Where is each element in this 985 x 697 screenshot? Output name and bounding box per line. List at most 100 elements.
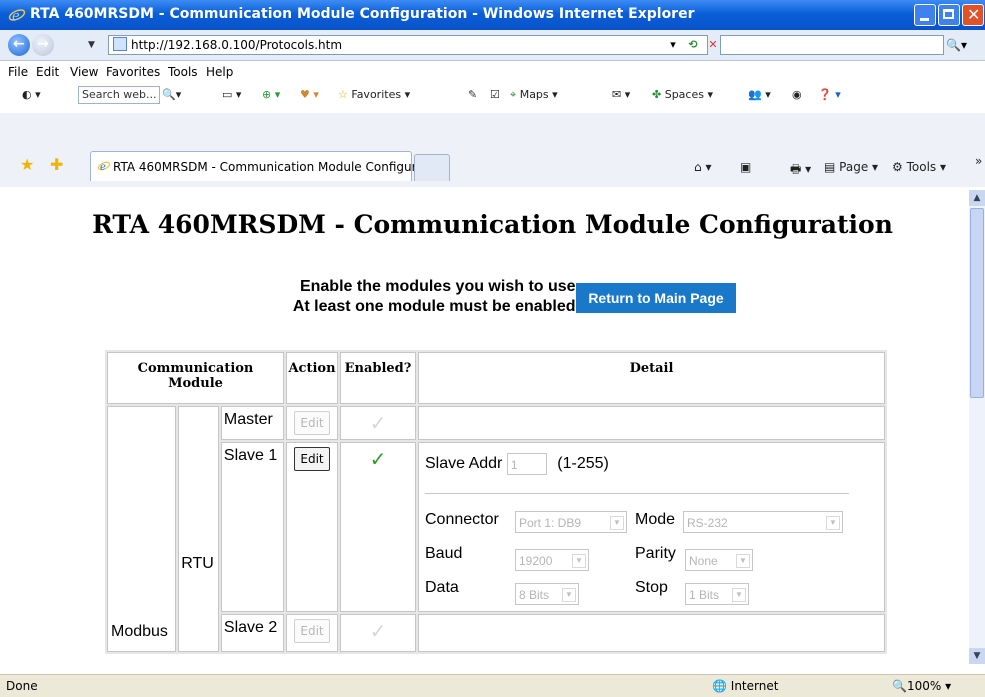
stop-select[interactable]: 1 Bits ▼ <box>685 583 749 605</box>
zoom-control[interactable]: 🔍100% ▾ <box>892 679 951 693</box>
web-search-input[interactable]: Search web... <box>78 86 160 104</box>
page-icon <box>113 37 127 51</box>
scroll-down-icon[interactable]: ▼ <box>969 648 985 664</box>
return-to-main-button[interactable]: Return to Main Page <box>576 283 736 313</box>
table-row: Slave 1 Edit ✓ Slave Addr 1 (1-255) Conn… <box>107 442 885 612</box>
menu-view[interactable]: View <box>70 65 98 79</box>
toolbar-logo-icon[interactable]: ◐ ▾ <box>22 88 41 101</box>
menu-file[interactable]: File <box>8 65 28 79</box>
svg-text:e: e <box>100 162 106 173</box>
spaces-toolbar-button[interactable]: ✤ Spaces ▾ <box>652 88 713 101</box>
back-button[interactable]: ← <box>8 34 30 56</box>
help-icon[interactable]: ❓ ▾ <box>818 88 841 101</box>
parity-value: None <box>689 554 718 568</box>
refresh-icon[interactable]: ⟲ <box>684 35 702 55</box>
people-icon[interactable]: 👥 ▾ <box>748 88 771 101</box>
baud-label: Baud <box>425 545 463 562</box>
parity-label: Parity <box>635 545 676 562</box>
action-cell: Edit <box>286 614 338 652</box>
page-content: RTA 460MRSDM - Communication Module Conf… <box>0 190 969 664</box>
chevron-down-icon: ▼ <box>732 588 746 602</box>
chevron-more-icon[interactable]: » <box>975 154 982 168</box>
maximize-button[interactable] <box>938 4 960 26</box>
menu-help[interactable]: Help <box>206 65 233 79</box>
mail2-icon[interactable]: ✉ ▾ <box>612 88 630 101</box>
spaces-icon: ✤ <box>652 88 662 101</box>
mode-value: RS-232 <box>687 516 728 530</box>
enabled-checkmark-master[interactable]: ✓ <box>370 411 387 435</box>
new-tab-button[interactable] <box>414 154 450 181</box>
tools-label: Tools <box>906 160 937 174</box>
header-module-label: Communication Module <box>137 361 254 391</box>
baud-select[interactable]: 19200 ▼ <box>515 549 589 571</box>
tab-ie-icon: e <box>97 161 111 173</box>
addon-icon[interactable]: ⊕ ▾ <box>262 88 280 101</box>
zoom-icon: 🔍 <box>892 679 907 693</box>
history-dropdown-icon[interactable]: ▼ <box>88 40 95 50</box>
row-name-label: Master <box>223 411 273 428</box>
address-input[interactable]: http://192.168.0.100/Protocols.htm <box>108 35 708 55</box>
maps-toolbar-button[interactable]: ⌖ Maps ▾ <box>510 88 558 102</box>
mail-icon[interactable]: ▭ ▾ <box>222 88 241 101</box>
address-dropdown-icon[interactable]: ▾ <box>664 35 682 55</box>
messenger-icon[interactable]: ♥ ▾ <box>300 88 319 101</box>
instruction-line-1: Enable the modules you wish to use. <box>299 278 580 295</box>
protocol-cell: Modbus <box>107 406 177 652</box>
header-module: Communication Module <box>107 352 284 404</box>
web-search-button[interactable]: 🔍▾ <box>162 88 181 101</box>
connector-select[interactable]: Port 1: DB9 ▼ <box>515 511 627 533</box>
favorites-center-star-icon[interactable]: ★ <box>20 155 34 174</box>
slave-addr-input[interactable]: 1 <box>506 453 547 475</box>
mode-select[interactable]: RS-232 ▼ <box>683 511 843 533</box>
chevron-down-icon: ▼ <box>826 516 840 530</box>
edit-button-slave1[interactable]: Edit <box>294 447 330 471</box>
row-name-master: Master <box>220 406 284 440</box>
status-bar: Done 🌐 Internet 🔍100% ▾ <box>0 674 985 697</box>
stop-value: 1 Bits <box>689 588 720 602</box>
menu-favorites[interactable]: Favorites <box>106 65 160 79</box>
chevron-down-icon: ▼ <box>610 516 624 530</box>
highlight-icon[interactable]: ✎ <box>468 88 477 101</box>
connector-value: Port 1: DB9 <box>519 516 582 530</box>
enabled-checkmark-slave2[interactable]: ✓ <box>370 619 387 643</box>
home-button[interactable]: ⌂ ▾ <box>694 160 711 174</box>
data-value: 8 Bits <box>519 588 550 602</box>
close-button[interactable]: ✕ <box>962 4 984 26</box>
onecare-icon[interactable]: ◉ <box>792 88 802 101</box>
enabled-checkmark-slave1[interactable]: ✓ <box>370 447 387 471</box>
feeds-icon: ▣ <box>740 160 752 174</box>
tab-active[interactable]: e RTA 460MRSDM - Communication Module Con… <box>90 151 447 181</box>
page-menu-button[interactable]: ▤ Page ▾ <box>824 160 878 174</box>
calendar-icon[interactable]: ☑ <box>490 88 500 101</box>
menu-edit[interactable]: Edit <box>36 65 59 79</box>
data-select[interactable]: 8 Bits ▼ <box>515 583 579 605</box>
minimize-button[interactable] <box>914 4 936 26</box>
status-text: Done <box>6 679 38 693</box>
scroll-up-icon[interactable]: ▲ <box>969 190 985 206</box>
edit-button-slave2[interactable]: Edit <box>294 619 330 643</box>
maps-icon: ⌖ <box>510 88 517 101</box>
page-title: RTA 460MRSDM - Communication Module Conf… <box>92 210 893 239</box>
header-detail: Detail <box>418 352 885 404</box>
feeds-button[interactable]: ▣ <box>740 160 751 174</box>
vertical-scrollbar[interactable]: ▲ ▼ <box>969 190 985 664</box>
tools-menu-button[interactable]: ⚙ Tools ▾ <box>892 160 946 174</box>
add-favorite-icon[interactable]: ✚ <box>50 155 63 174</box>
slave-addr-row: Slave Addr 1 (1-255) <box>425 453 609 475</box>
scroll-thumb[interactable] <box>970 208 984 398</box>
maps-label: Maps <box>519 88 549 101</box>
parity-select[interactable]: None ▼ <box>685 549 753 571</box>
forward-button[interactable]: → <box>32 34 54 56</box>
search-input[interactable] <box>720 35 944 55</box>
edit-button-master[interactable]: Edit <box>294 411 330 435</box>
row-name-label: Slave 1 <box>223 447 278 464</box>
zoom-label: 100% <box>906 679 942 693</box>
detail-cell-master <box>418 406 885 440</box>
search-button[interactable]: 🔍▾ <box>946 35 978 55</box>
tab-label: RTA 460MRSDM - Communication Module Conf… <box>113 160 447 174</box>
favorites-toolbar-button[interactable]: ☆ Favorites ▾ <box>338 88 410 101</box>
detail-divider <box>425 493 849 494</box>
mode-cell: RTU <box>178 406 219 652</box>
menu-tools[interactable]: Tools <box>168 65 198 79</box>
print-button[interactable]: 🖶 ▾ <box>790 160 811 181</box>
